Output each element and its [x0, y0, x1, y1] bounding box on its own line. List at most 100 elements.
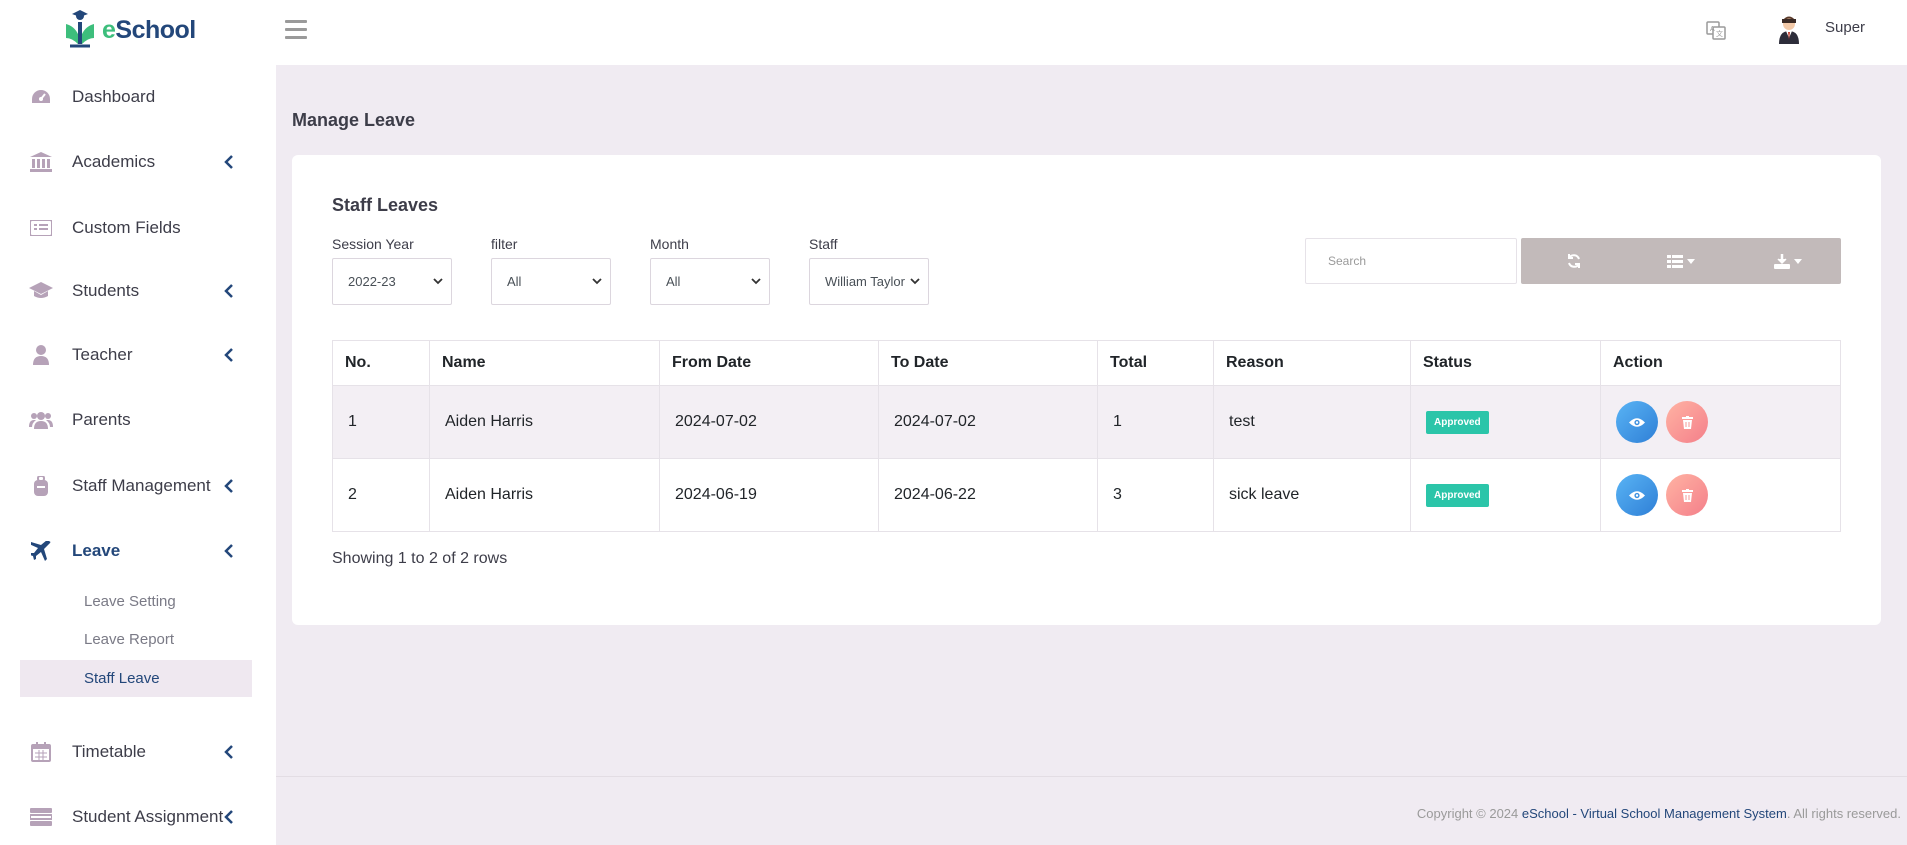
- caret-down-icon: [1793, 258, 1802, 264]
- delete-button[interactable]: [1666, 474, 1709, 516]
- sidebar-item-label: Students: [72, 281, 140, 300]
- column-header[interactable]: Status: [1410, 340, 1601, 386]
- column-header[interactable]: Name: [429, 340, 660, 386]
- filter-label: Month: [650, 236, 689, 252]
- cell-action: [1600, 458, 1841, 532]
- sidebar-item-parents[interactable]: Parents: [20, 400, 252, 440]
- columns-toggle-button[interactable]: [1628, 238, 1735, 284]
- sidebar-item-leave[interactable]: Leave: [20, 531, 252, 571]
- submenu-item-leave-setting[interactable]: Leave Setting: [20, 583, 252, 620]
- download-icon: [1773, 253, 1790, 269]
- menu-toggle-icon[interactable]: [285, 20, 307, 40]
- avatar[interactable]: [1778, 16, 1800, 44]
- table-header-row: No. Name From Date To Date Total Reason …: [332, 340, 1841, 386]
- user-icon: [20, 345, 62, 365]
- sidebar-item-custom-fields[interactable]: Custom Fields: [20, 208, 252, 248]
- cell-name: Aiden Harris: [429, 458, 660, 532]
- export-button[interactable]: [1734, 238, 1841, 284]
- sidebar-item-teacher[interactable]: Teacher: [20, 335, 252, 375]
- footer-brand-link[interactable]: eSchool - Virtual School Management Syst…: [1522, 806, 1787, 821]
- filter-label: Staff: [809, 236, 838, 252]
- filter-label: Session Year: [332, 236, 414, 252]
- cell-from-date: 2024-07-02: [659, 385, 879, 459]
- cell-to-date: 2024-07-02: [878, 385, 1098, 459]
- sidebar-item-dashboard[interactable]: Dashboard: [20, 77, 252, 117]
- sidebar-item-label: Dashboard: [72, 87, 156, 106]
- status-badge: Approved: [1426, 410, 1489, 434]
- plane-icon: [20, 541, 62, 561]
- column-header[interactable]: Reason: [1213, 340, 1411, 386]
- sidebar-item-timetable[interactable]: Timetable: [20, 732, 252, 772]
- cell-no: 1: [332, 385, 430, 459]
- sidebar-item-label: Parents: [72, 410, 131, 429]
- filter-label: filter: [491, 236, 518, 252]
- chevron-left-icon: [224, 284, 233, 298]
- column-header[interactable]: From Date: [659, 340, 879, 386]
- sidebar-item-academics[interactable]: Academics: [20, 142, 252, 182]
- status-filter-select[interactable]: All: [491, 258, 611, 305]
- staff-icon: [20, 476, 62, 496]
- cell-reason: sick leave: [1213, 458, 1411, 532]
- session-year-select[interactable]: 2022-23: [332, 258, 452, 305]
- calendar-icon: [20, 742, 62, 762]
- view-button[interactable]: [1616, 474, 1658, 516]
- delete-button[interactable]: [1666, 401, 1709, 443]
- status-filter: filter All: [491, 236, 611, 305]
- eye-icon: [1629, 490, 1645, 500]
- cell-total: 3: [1097, 458, 1214, 532]
- assignment-icon: [20, 808, 62, 826]
- sidebar-item-label: Custom Fields: [72, 218, 181, 237]
- chevron-left-icon: [224, 348, 233, 362]
- sidebar-item-student-assignment[interactable]: Student Assignment: [20, 797, 252, 837]
- svg-text:文: 文: [1716, 29, 1723, 38]
- user-name[interactable]: Super: [1825, 19, 1865, 36]
- chevron-left-icon: [224, 479, 233, 493]
- institution-icon: [20, 152, 62, 172]
- footer-copyright: Copyright © 2024: [1416, 806, 1522, 821]
- language-icon[interactable]: A 文: [1706, 20, 1726, 40]
- table-toolbar: [1521, 238, 1841, 284]
- staff-select[interactable]: William Taylor: [809, 258, 929, 305]
- sidebar-item-label: Timetable: [72, 742, 147, 761]
- logo-text: eSchool: [102, 15, 196, 44]
- app-logo[interactable]: eSchool: [62, 10, 196, 50]
- table-row: 2 Aiden Harris 2024-06-19 2024-06-22 3 s…: [332, 458, 1841, 532]
- staff-leaves-table: No. Name From Date To Date Total Reason …: [332, 340, 1841, 532]
- chevron-left-icon: [224, 745, 233, 759]
- chevron-down-icon: [433, 278, 443, 285]
- sidebar-item-label: Academics: [72, 152, 156, 171]
- month-select[interactable]: All: [650, 258, 770, 305]
- sidebar-item-label: Teacher: [72, 345, 133, 364]
- sidebar-item-label: Staff Management: [72, 476, 211, 495]
- footer-divider: [276, 776, 1907, 777]
- dashboard-icon: [20, 88, 62, 106]
- submenu-item-leave-report[interactable]: Leave Report: [20, 621, 252, 658]
- chevron-down-icon: [910, 278, 920, 285]
- chevron-left-icon: [224, 155, 233, 169]
- search-input[interactable]: Search: [1305, 238, 1517, 284]
- view-button[interactable]: [1616, 401, 1658, 443]
- eye-icon: [1629, 417, 1645, 427]
- columns-icon: [1667, 254, 1683, 268]
- trash-icon: [1681, 415, 1693, 429]
- trash-icon: [1681, 488, 1693, 502]
- graduation-cap-icon: [20, 282, 62, 300]
- column-header[interactable]: Total: [1097, 340, 1214, 386]
- sidebar-item-staff-management[interactable]: Staff Management: [20, 466, 252, 506]
- column-header[interactable]: To Date: [878, 340, 1098, 386]
- staff-leaves-card: Staff Leaves Session Year 2022-23 filter…: [292, 155, 1881, 625]
- cell-no: 2: [332, 458, 430, 532]
- submenu-item-staff-leave[interactable]: Staff Leave: [20, 660, 252, 697]
- page-title: Manage Leave: [292, 110, 416, 130]
- column-header[interactable]: Action: [1600, 340, 1841, 386]
- cell-total: 1: [1097, 385, 1214, 459]
- caret-down-icon: [1687, 258, 1695, 264]
- cell-reason: test: [1213, 385, 1411, 459]
- sidebar-item-students[interactable]: Students: [20, 271, 252, 311]
- cell-from-date: 2024-06-19: [659, 458, 879, 532]
- refresh-button[interactable]: [1521, 238, 1628, 284]
- column-header[interactable]: No.: [332, 340, 430, 386]
- footer: Copyright © 2024 eSchool - Virtual Schoo…: [1417, 806, 1901, 821]
- sidebar-item-label: Student Assignment: [72, 807, 224, 826]
- cell-name: Aiden Harris: [429, 385, 660, 459]
